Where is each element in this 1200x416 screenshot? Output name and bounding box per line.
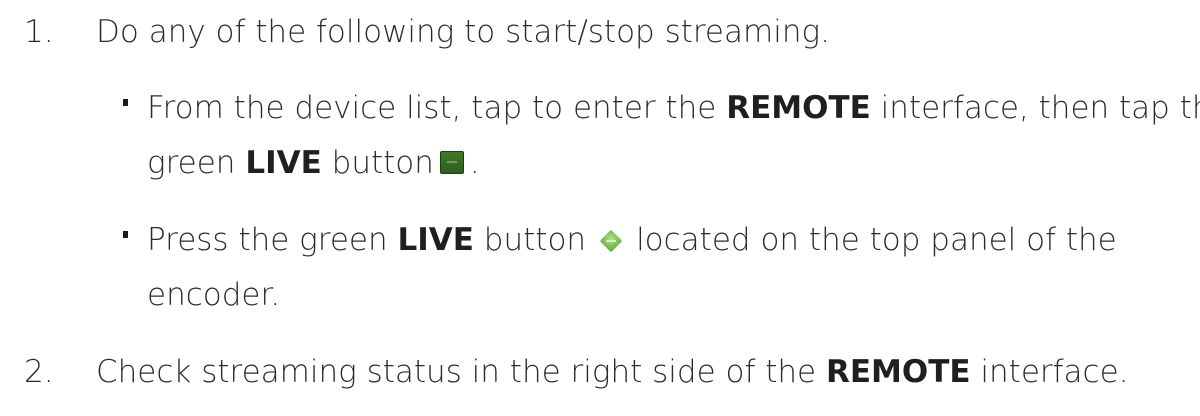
bullet-marker xyxy=(123,99,128,106)
bullet-marker xyxy=(123,231,128,238)
bullet-text: green xyxy=(147,145,246,181)
live-button-diamond-icon xyxy=(598,228,624,254)
live-label: LIVE xyxy=(397,222,474,258)
step-text-part: Check streaming status in the right side… xyxy=(96,354,826,390)
step-number: 2. xyxy=(24,354,54,390)
bullet-text: located on the top panel of the xyxy=(636,222,1117,258)
bullet-text: interface, then tap the xyxy=(870,90,1200,126)
live-button-square-icon xyxy=(439,151,464,174)
bullet-line: Press the green LIVE button located on th… xyxy=(147,222,1117,258)
remote-label: REMOTE xyxy=(726,90,871,126)
bullet-text: Press the green xyxy=(147,222,398,258)
step-text: Do any of the following to start/stop st… xyxy=(96,14,830,50)
bullet-text: encoder. xyxy=(147,277,281,313)
live-label: LIVE xyxy=(245,145,322,181)
bullet-line: green LIVE button. xyxy=(147,145,480,181)
bullet-line: From the device list, tap to enter the R… xyxy=(147,90,1200,126)
bullet-text: button xyxy=(473,222,587,258)
step-text-part: interface. xyxy=(970,354,1129,390)
remote-label: REMOTE xyxy=(825,354,971,390)
bullet-text: button xyxy=(321,145,434,181)
bullet-text: . xyxy=(469,145,480,181)
step-number: 1. xyxy=(24,14,54,50)
bullet-line: encoder. xyxy=(147,277,280,313)
bullet-text: From the device list, tap to enter the xyxy=(147,90,727,126)
step-text: Check streaming status in the right side… xyxy=(96,354,1129,390)
